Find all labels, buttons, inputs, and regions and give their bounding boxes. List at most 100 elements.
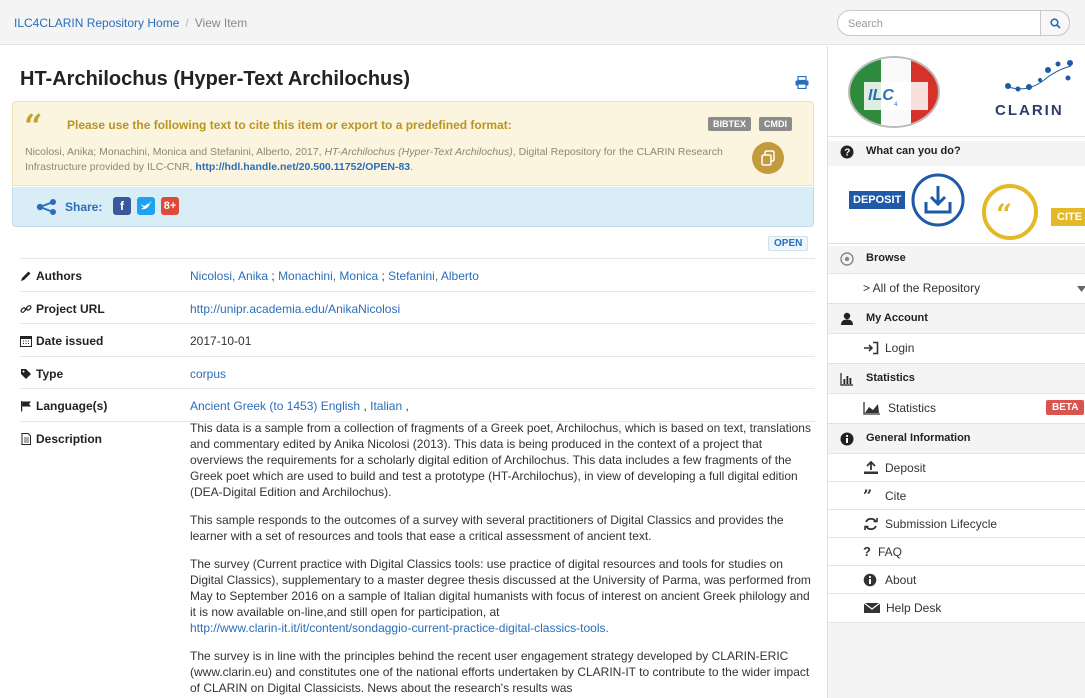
author-link[interactable]: Nicolosi, Anika <box>190 269 268 283</box>
link-icon <box>20 305 32 313</box>
description-text: This data is a sample from a collection … <box>190 420 812 698</box>
type-row: Type corpus <box>20 356 815 388</box>
twitter-share-icon[interactable] <box>137 197 155 215</box>
general-info-header: General Information <box>828 423 1085 453</box>
description-paragraph-text: The survey (Current practice with Digita… <box>190 557 811 619</box>
project-url-label: Project URL <box>36 302 105 316</box>
share-label: Share: <box>65 200 103 214</box>
date-value: 2017-10-01 <box>190 334 252 348</box>
language-label-wrap: Language(s) <box>20 399 107 413</box>
survey-link[interactable]: http://www.clarin-it.it/it/content/sonda… <box>190 621 609 635</box>
sidebar-item-about[interactable]: About <box>828 565 1085 593</box>
share-icon <box>36 199 56 215</box>
language-label: Language(s) <box>36 399 108 413</box>
cite-big-icon[interactable]: “ <box>980 182 1042 242</box>
info-icon <box>863 573 877 587</box>
share-bar: Share: f 8+ <box>12 187 814 227</box>
upload-icon <box>864 461 878 474</box>
deposit-big-icon[interactable] <box>910 172 966 228</box>
svg-text:ILC: ILC <box>868 87 894 104</box>
author-link[interactable]: Monachini, Monica <box>278 269 378 283</box>
clarin-logo-dots <box>1005 60 1073 92</box>
ilc4clarin-logo[interactable]: ILC 4 <box>848 56 940 128</box>
google-plus-share-icon[interactable]: 8+ <box>161 197 179 215</box>
license-badge[interactable]: OPEN <box>768 236 809 251</box>
search-input[interactable] <box>848 16 1038 31</box>
document-icon <box>21 433 31 445</box>
clarin-logo-text: CLARIN <box>995 102 1064 119</box>
project-url-link[interactable]: http://unipr.academia.edu/AnikaNicolosi <box>190 302 400 316</box>
description-label: Description <box>36 432 103 446</box>
page-title: HT-Archilochus (Hyper-Text Archilochus) <box>20 68 411 90</box>
cite-big-label[interactable]: CITE <box>1051 208 1085 226</box>
citation-handle-link[interactable]: http://hdl.handle.net/20.500.11752/OPEN-… <box>195 161 410 173</box>
languages-value: Ancient Greek (to 1453) English , Italia… <box>190 399 409 413</box>
beta-badge: BETA <box>1046 400 1085 415</box>
sidebar-item-login[interactable]: Login <box>828 333 1085 363</box>
type-link[interactable]: corpus <box>190 367 226 381</box>
date-label: Date issued <box>36 334 104 348</box>
sign-in-icon <box>864 341 879 355</box>
description-paragraph: This sample responds to the outcomes of … <box>190 513 784 543</box>
quote-right-icon: ” <box>863 486 873 505</box>
citation-text: Nicolosi, Anika; Monachini, Monica and S… <box>25 145 735 175</box>
user-icon <box>841 312 853 325</box>
my-account-header: My Account <box>828 303 1085 333</box>
facebook-share-icon[interactable]: f <box>113 197 131 215</box>
pencil-icon <box>21 271 31 281</box>
cmdi-export-button[interactable]: CMDI <box>759 117 792 131</box>
question-circle-icon: ? <box>840 145 854 159</box>
citation-prompt: Please use the following text to cite th… <box>67 118 512 132</box>
project-url-row: Project URL http://unipr.academia.edu/An… <box>20 291 815 323</box>
description-paragraph: The survey is in line with the principle… <box>190 649 810 695</box>
breadcrumb-home-link[interactable]: ILC4CLARIN Repository Home <box>14 16 179 30</box>
svg-text:“: “ <box>996 198 1012 231</box>
caret-down-icon[interactable] <box>1077 286 1085 292</box>
copy-citation-button[interactable] <box>752 142 784 174</box>
bibtex-export-button[interactable]: BIBTEX <box>708 117 752 131</box>
general-info-label: General Information <box>866 432 971 444</box>
sidebar-item-help-desk[interactable]: Help Desk <box>828 593 1085 623</box>
authors-row: Authors Nicolosi, Anika ; Monachini, Mon… <box>20 258 815 291</box>
date-issued-row: Date issued 2017-10-01 <box>20 323 815 356</box>
calendar-icon <box>20 336 32 347</box>
sidebar-item-faq[interactable]: ? FAQ <box>828 537 1085 565</box>
info-circle-icon <box>840 432 854 446</box>
deposit-big-label[interactable]: DEPOSIT <box>849 191 906 209</box>
svg-text:?: ? <box>844 148 850 159</box>
faq-label: FAQ <box>878 545 903 559</box>
breadcrumb-separator: / <box>185 16 189 30</box>
question-icon: ? <box>863 544 871 559</box>
cite-label: Cite <box>885 489 907 503</box>
tag-icon <box>21 369 31 379</box>
citation-end: . <box>410 161 414 173</box>
search-button[interactable] <box>1040 10 1070 36</box>
description-label-wrap: Description <box>20 432 102 446</box>
description-paragraph: The survey (Current practice with Digita… <box>190 556 812 636</box>
copy-icon <box>761 150 775 166</box>
submission-lifecycle-label: Submission Lifecycle <box>885 517 998 531</box>
sidebar-item-submission-lifecycle[interactable]: Submission Lifecycle <box>828 509 1085 537</box>
browse-header: Browse <box>828 243 1085 273</box>
search-icon <box>1049 17 1061 29</box>
language-link[interactable]: Ancient Greek (to 1453) <box>190 399 317 413</box>
flag-icon <box>21 401 31 412</box>
sidebar-item-deposit[interactable]: Deposit <box>828 453 1085 481</box>
sidebar-item-statistics[interactable]: Statistics BETA <box>828 393 1085 423</box>
sidebar: ILC 4 CLARIN ? What can you do? DEPOSIT “… <box>827 46 1085 698</box>
description-paragraph: This data is a sample from a collection … <box>190 421 811 499</box>
date-label-wrap: Date issued <box>20 334 103 348</box>
quote-icon: “ <box>24 107 43 145</box>
language-link[interactable]: English <box>321 399 360 413</box>
author-link[interactable]: Stefanini, Alberto <box>388 269 479 283</box>
area-chart-icon <box>863 402 880 415</box>
sidebar-item-all-repository[interactable]: > All of the Repository <box>828 273 1085 303</box>
sidebar-item-cite[interactable]: ” Cite <box>828 481 1085 509</box>
language-link[interactable]: Italian <box>370 399 402 413</box>
breadcrumb-current: View Item <box>194 16 248 30</box>
print-icon[interactable] <box>795 76 809 89</box>
project-url-label-wrap: Project URL <box>20 302 105 316</box>
top-bar: ILC4CLARIN Repository Home / View Item <box>0 0 1085 45</box>
login-label: Login <box>885 341 915 355</box>
search-box <box>837 10 1070 36</box>
